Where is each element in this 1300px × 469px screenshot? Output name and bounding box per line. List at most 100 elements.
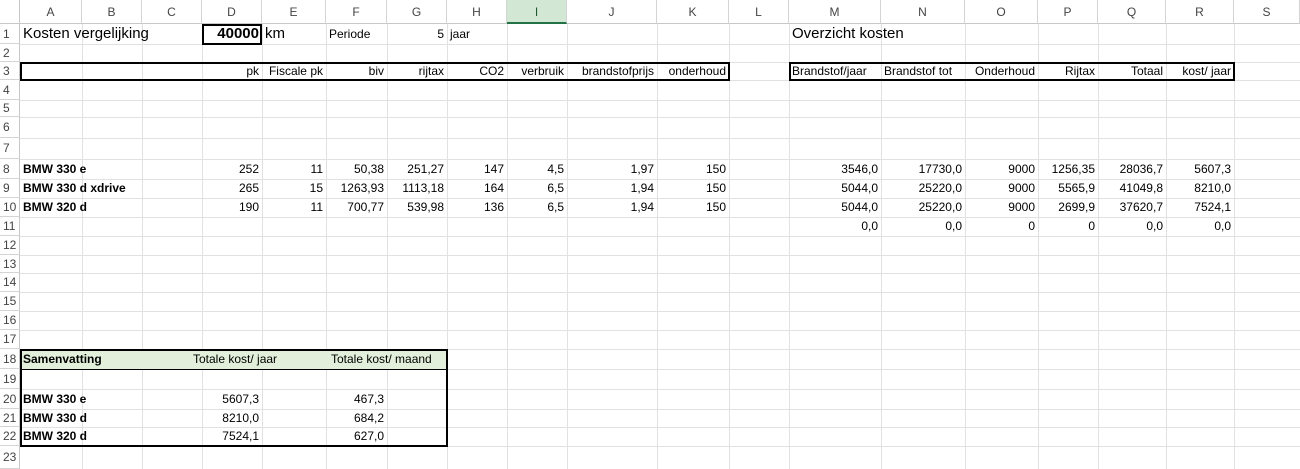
right-header-3[interactable]: Rijtax <box>1038 62 1098 80</box>
left-header-6[interactable]: brandstofprijs <box>567 62 657 80</box>
row-header-22[interactable]: 22 <box>0 427 20 446</box>
summary-month-value[interactable]: 467,3 <box>326 389 387 409</box>
row-header-20[interactable]: 20 <box>0 389 20 409</box>
left-value[interactable]: 1,94 <box>567 179 657 198</box>
right-value[interactable]: 8210,0 <box>1166 179 1234 198</box>
left-value[interactable]: 1263,93 <box>326 179 387 198</box>
right-header-1[interactable]: Brandstof tot <box>881 62 965 80</box>
right-value[interactable]: 9000 <box>965 198 1038 217</box>
right-value[interactable]: 25220,0 <box>881 179 965 198</box>
column-header-p[interactable]: P <box>1038 0 1098 24</box>
row-header-7[interactable]: 7 <box>0 138 20 159</box>
summary-month-value[interactable]: 627,0 <box>326 427 387 446</box>
column-header-k[interactable]: K <box>657 0 729 24</box>
summary-header-month[interactable]: Totale kost/ maand <box>328 349 458 369</box>
column-header-j[interactable]: J <box>567 0 657 24</box>
period-label[interactable]: Periode <box>326 24 387 44</box>
distance-value[interactable]: 40000 <box>202 24 262 44</box>
left-value[interactable]: 251,27 <box>387 159 447 179</box>
right-value[interactable]: 0,0 <box>1098 217 1166 236</box>
summary-year-value[interactable]: 5607,3 <box>202 389 262 409</box>
summary-header-year[interactable]: Totale kost/ jaar <box>190 349 320 369</box>
period-value[interactable]: 5 <box>387 24 447 44</box>
row-header-23[interactable]: 23 <box>0 446 20 469</box>
column-header-s[interactable]: S <box>1234 0 1300 24</box>
spreadsheet-grid[interactable]: ABCDEFGHIJKLMNOPQRS 1 2 3 4 5 6 7 8 9 10 11 12 13 14 1… <box>0 0 1300 469</box>
row-header-15[interactable]: 15 <box>0 292 20 311</box>
right-value[interactable]: 5565,9 <box>1038 179 1098 198</box>
left-header-1[interactable]: Fiscale pk <box>262 62 326 80</box>
summary-year-value[interactable]: 7524,1 <box>202 427 262 446</box>
row-header-5[interactable]: 5 <box>0 100 20 117</box>
overview-title[interactable]: Overzicht kosten <box>789 24 1189 44</box>
left-value[interactable]: 1,97 <box>567 159 657 179</box>
left-value[interactable]: 11 <box>262 159 326 179</box>
right-value[interactable]: 0 <box>1038 217 1098 236</box>
right-value[interactable]: 25220,0 <box>881 198 965 217</box>
left-value[interactable]: 50,38 <box>326 159 387 179</box>
column-header-l[interactable]: L <box>729 0 789 24</box>
right-value[interactable]: 0,0 <box>1166 217 1234 236</box>
left-value[interactable]: 1113,18 <box>387 179 447 198</box>
row-header-14[interactable]: 14 <box>0 273 20 292</box>
row-header-10[interactable]: 10 <box>0 198 20 217</box>
summary-month-value[interactable]: 684,2 <box>326 409 387 427</box>
left-value[interactable]: 150 <box>657 198 729 217</box>
right-value[interactable]: 3546,0 <box>789 159 881 179</box>
column-header-d[interactable]: D <box>202 0 262 24</box>
left-value[interactable]: 11 <box>262 198 326 217</box>
column-header-r[interactable]: R <box>1166 0 1234 24</box>
right-header-4[interactable]: Totaal <box>1098 62 1166 80</box>
row-header-2[interactable]: 2 <box>0 44 20 62</box>
row-header-21[interactable]: 21 <box>0 409 20 427</box>
column-header-h[interactable]: H <box>447 0 507 24</box>
column-header-g[interactable]: G <box>387 0 447 24</box>
row-header-16[interactable]: 16 <box>0 311 20 330</box>
row-header-12[interactable]: 12 <box>0 236 20 255</box>
summary-year-value[interactable]: 8210,0 <box>202 409 262 427</box>
left-value[interactable]: 6,5 <box>507 198 567 217</box>
right-value[interactable]: 9000 <box>965 159 1038 179</box>
column-header-c[interactable]: C <box>142 0 202 24</box>
left-value[interactable]: 252 <box>202 159 262 179</box>
row-header-18[interactable]: 18 <box>0 349 20 369</box>
row-header-19[interactable]: 19 <box>0 369 20 389</box>
left-header-3[interactable]: rijtax <box>387 62 447 80</box>
column-header-o[interactable]: O <box>965 0 1038 24</box>
column-header-f[interactable]: F <box>326 0 387 24</box>
row-header-8[interactable]: 8 <box>0 159 20 179</box>
column-header-i[interactable]: I <box>507 0 567 24</box>
row-header-11[interactable]: 11 <box>0 217 20 236</box>
distance-unit[interactable]: km <box>262 24 326 44</box>
left-header-5[interactable]: verbruik <box>507 62 567 80</box>
period-unit[interactable]: jaar <box>447 24 507 44</box>
select-all-corner[interactable] <box>0 0 20 24</box>
right-value[interactable]: 0 <box>965 217 1038 236</box>
column-header-q[interactable]: Q <box>1098 0 1166 24</box>
left-value[interactable]: 147 <box>447 159 507 179</box>
column-header-b[interactable]: B <box>82 0 142 24</box>
left-value[interactable]: 136 <box>447 198 507 217</box>
left-value[interactable]: 1,94 <box>567 198 657 217</box>
row-header-1[interactable]: 1 <box>0 24 20 44</box>
left-value[interactable]: 6,5 <box>507 179 567 198</box>
left-value[interactable]: 164 <box>447 179 507 198</box>
right-value[interactable]: 37620,7 <box>1098 198 1166 217</box>
column-header-e[interactable]: E <box>262 0 326 24</box>
right-value[interactable]: 41049,8 <box>1098 179 1166 198</box>
column-header-a[interactable]: A <box>20 0 82 24</box>
right-value[interactable]: 0,0 <box>789 217 881 236</box>
right-value[interactable]: 28036,7 <box>1098 159 1166 179</box>
right-value[interactable]: 2699,9 <box>1038 198 1098 217</box>
right-value[interactable]: 1256,35 <box>1038 159 1098 179</box>
column-header-n[interactable]: N <box>881 0 965 24</box>
row-header-17[interactable]: 17 <box>0 330 20 349</box>
row-header-4[interactable]: 4 <box>0 80 20 100</box>
right-value[interactable]: 17730,0 <box>881 159 965 179</box>
right-value[interactable]: 0,0 <box>881 217 965 236</box>
left-value[interactable]: 150 <box>657 179 729 198</box>
row-header-9[interactable]: 9 <box>0 179 20 198</box>
left-value[interactable]: 190 <box>202 198 262 217</box>
left-value[interactable]: 4,5 <box>507 159 567 179</box>
left-value[interactable]: 539,98 <box>387 198 447 217</box>
